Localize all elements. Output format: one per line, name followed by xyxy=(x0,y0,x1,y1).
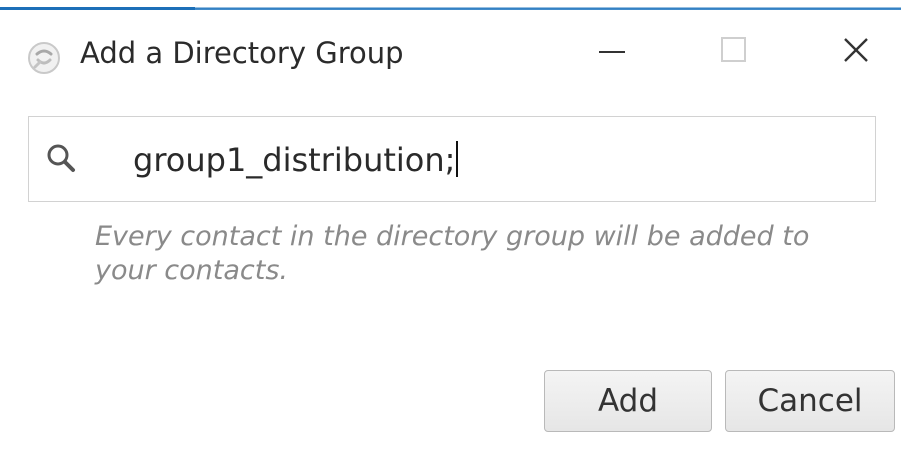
cancel-button[interactable]: Cancel xyxy=(725,370,895,432)
top-accent-bar xyxy=(0,0,901,10)
directory-search-field[interactable]: group1_distribution; xyxy=(28,116,876,202)
add-directory-group-dialog: Add a Directory Group group1_distributio… xyxy=(0,0,901,450)
dialog-title: Add a Directory Group xyxy=(80,36,404,70)
text-caret xyxy=(456,141,459,177)
hint-text: Every contact in the directory group wil… xyxy=(95,221,810,286)
maximize-button[interactable] xyxy=(704,24,764,80)
search-input[interactable]: group1_distribution; xyxy=(133,141,459,179)
app-logo-icon xyxy=(26,40,62,76)
maximize-icon xyxy=(719,35,749,69)
close-icon xyxy=(841,35,871,69)
title-bar[interactable]: Add a Directory Group xyxy=(0,10,901,94)
close-button[interactable] xyxy=(826,24,886,80)
minimize-button[interactable] xyxy=(582,24,642,80)
add-button[interactable]: Add xyxy=(544,370,712,432)
minimize-icon xyxy=(597,35,627,69)
search-icon xyxy=(43,139,85,181)
search-value-text: group1_distribution; xyxy=(133,141,456,179)
